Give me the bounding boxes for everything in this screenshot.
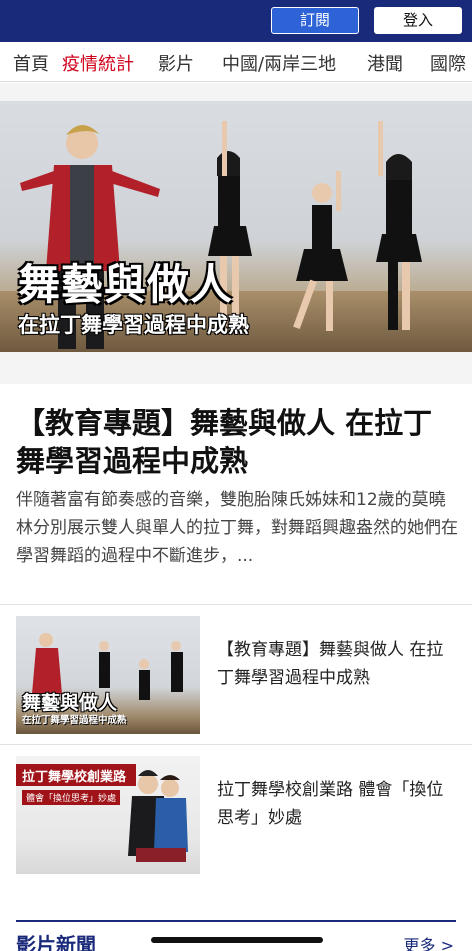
video-thumbnail[interactable]: 拉丁舞學校創業路 體會「換位思考」妙處 xyxy=(16,756,200,874)
section-title: 影片新聞 xyxy=(16,933,96,951)
article-headline[interactable]: 【教育專題】舞藝與做人 在拉丁舞學習過程中成熟 xyxy=(16,404,456,480)
dancer-figure xyxy=(293,171,348,331)
list-item[interactable]: 舞藝與做人 在拉丁舞學習過程中成熟 【教育專題】舞藝與做人 在拉丁舞學習過程中成… xyxy=(0,604,472,744)
login-button[interactable]: 登入 xyxy=(374,7,462,34)
nav-item-video[interactable]: 影片 xyxy=(158,50,194,76)
nav-item-home[interactable]: 首頁 xyxy=(13,50,49,76)
hero-image[interactable]: 舞藝與做人 在拉丁舞學習過程中成熟 xyxy=(0,101,472,352)
nav-item-china[interactable]: 中國/兩岸三地 xyxy=(222,50,336,76)
nav-item-hk-news[interactable]: 港聞 xyxy=(367,50,403,76)
nav-item-covid-stats[interactable]: 疫情統計 xyxy=(62,50,134,76)
thumbnail-title: 舞藝與做人 xyxy=(22,692,118,714)
thumbnail-subtitle: 在拉丁舞學習過程中成熟 xyxy=(22,715,127,726)
article-summary: 伴隨著富有節奏感的音樂，雙胞胎陳氏姊妹和12歲的莫曉林分別展示雙人與單人的拉丁舞… xyxy=(16,490,458,566)
section-rule xyxy=(16,920,456,922)
nav-item-international[interactable]: 國際 xyxy=(430,50,466,76)
category-nav: 首頁 疫情統計 影片 中國/兩岸三地 港聞 國際 xyxy=(0,42,472,82)
video-thumbnail[interactable]: 舞藝與做人 在拉丁舞學習過程中成熟 xyxy=(16,616,200,734)
top-bar: 訂閱 登入 xyxy=(0,0,472,42)
more-link[interactable]: 更多 > xyxy=(404,932,455,951)
related-title[interactable]: 拉丁舞學校創業路 體會「換位思考」妙處 xyxy=(217,776,447,832)
spacer xyxy=(0,83,472,101)
dancer-figure xyxy=(376,121,422,330)
hero-overlay-subtitle: 在拉丁舞學習過程中成熟 xyxy=(18,312,249,337)
subscribe-button[interactable]: 訂閱 xyxy=(271,7,359,34)
related-title[interactable]: 【教育專題】舞藝與做人 在拉丁舞學習過程中成熟 xyxy=(217,636,447,692)
people-thumbnail-art xyxy=(128,770,188,862)
list-item[interactable]: 拉丁舞學校創業路 體會「換位思考」妙處 拉丁舞學校創業路 體會「換位思考」妙處 xyxy=(0,744,472,884)
hero-overlay-title: 舞藝與做人 xyxy=(18,260,234,309)
home-indicator xyxy=(151,937,323,943)
spacer xyxy=(0,352,472,384)
